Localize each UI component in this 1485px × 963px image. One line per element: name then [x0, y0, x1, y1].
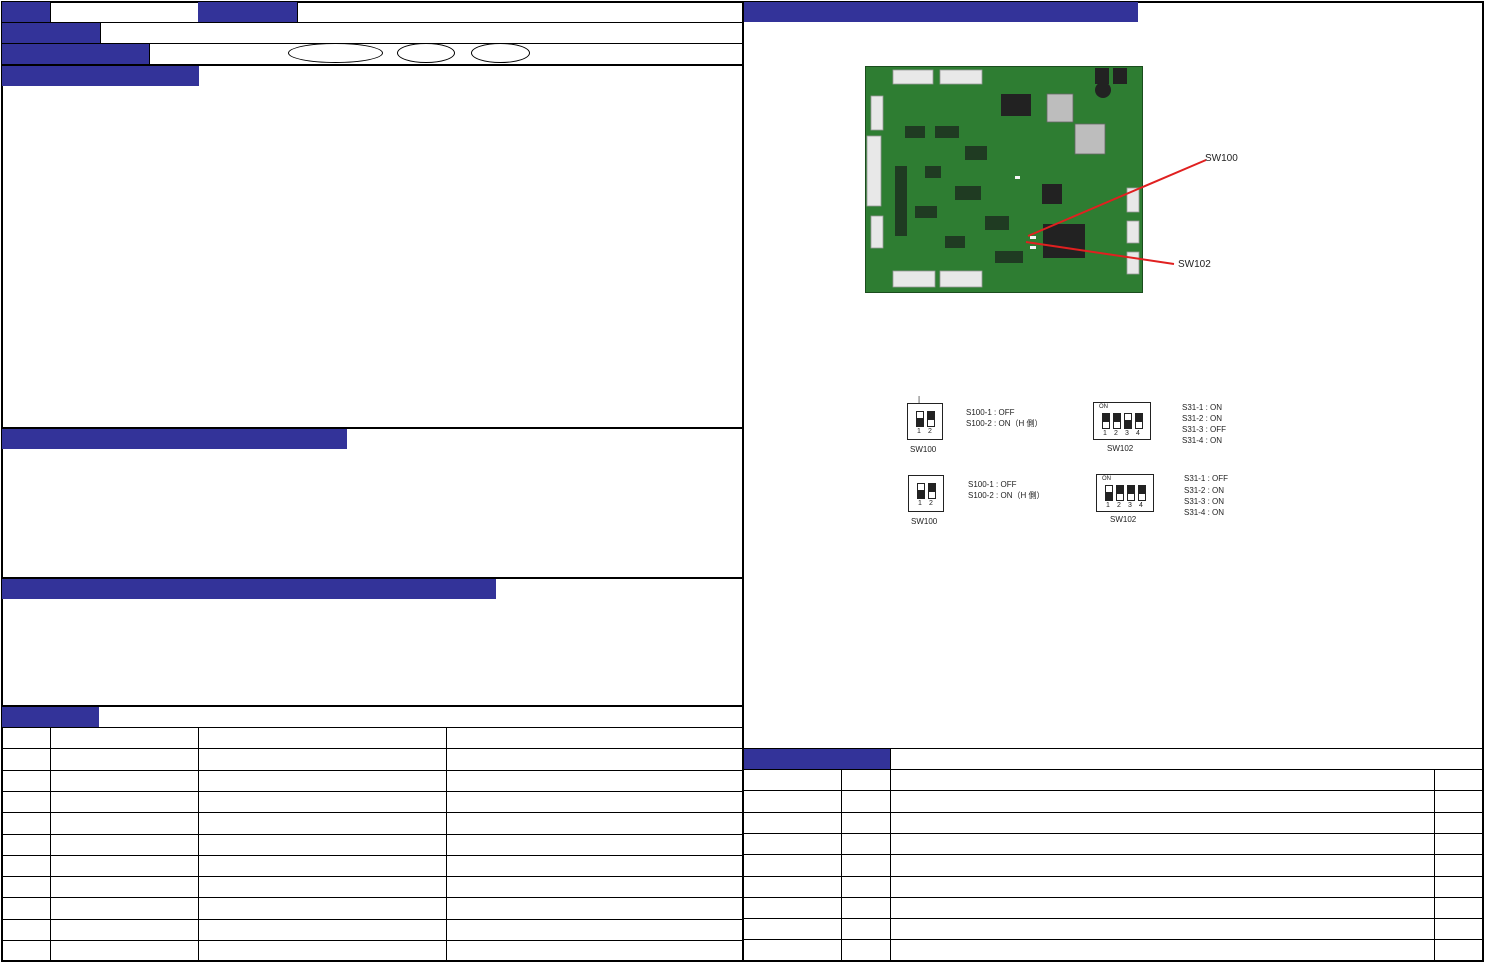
sw102-setting-line: S31-2 : ON	[1182, 414, 1223, 423]
table-row	[2, 790, 742, 792]
table-row	[744, 939, 1484, 941]
table-col-divider	[1434, 769, 1435, 961]
table-row	[2, 918, 742, 920]
sw102-setting-line: S31-1 : ON	[1182, 403, 1223, 412]
selection-oval-2[interactable]	[397, 43, 455, 63]
dip-lever	[928, 483, 936, 499]
table-row	[2, 769, 742, 771]
sw102-label: SW102	[1107, 444, 1134, 453]
header-divider	[50, 2, 51, 22]
table-row	[744, 854, 1484, 856]
dip-lever	[1102, 413, 1110, 429]
table-row	[744, 896, 1484, 898]
dip-lever	[1138, 485, 1146, 501]
sw102-setting-line: S31-4 : ON	[1182, 436, 1223, 445]
table-col-divider	[841, 769, 842, 961]
table-rule	[744, 748, 1484, 749]
selection-oval-3[interactable]	[471, 43, 530, 63]
sw100-setting-line: S100-1 : OFF	[966, 408, 1015, 417]
dip-lever	[1116, 485, 1124, 501]
dip-position-number: 3	[1128, 502, 1132, 509]
on-indicator: ON	[1099, 404, 1108, 410]
section-rule	[2, 705, 742, 707]
sw100-leader-line	[1027, 159, 1207, 237]
left-table-header	[2, 707, 99, 727]
sw102-diagram: ON 1 2 3 4	[1096, 474, 1154, 512]
sw100-callout-label: SW100	[1205, 153, 1238, 164]
sw102-setting-line: S31-4 : ON	[1184, 508, 1225, 517]
dip-position-number: 4	[1136, 430, 1140, 437]
sw100-diagram: 12	[908, 475, 944, 512]
sw102-label: SW102	[1110, 515, 1137, 524]
header-divider	[149, 44, 150, 64]
header-cell-2	[198, 2, 297, 22]
table-row	[744, 811, 1484, 813]
dip-lever	[917, 483, 925, 499]
section-1-header	[2, 66, 199, 86]
sw100-setting-line: S100-1 : OFF	[968, 480, 1017, 489]
sw102-diagram: ON 1 2 3 4	[1093, 402, 1151, 440]
selection-oval-1[interactable]	[288, 43, 383, 63]
table-row	[744, 790, 1484, 792]
table-row	[2, 748, 742, 750]
dip-position-number: 2	[929, 500, 933, 507]
dip-position-number: 1	[1103, 430, 1107, 437]
table-row	[2, 854, 742, 856]
dip-position-number: 1	[918, 500, 922, 507]
column-divider	[742, 1, 744, 962]
table-row	[2, 876, 742, 878]
dip-position-number: 2	[1114, 430, 1118, 437]
table-rule	[744, 769, 1484, 770]
sw102-setting-line: S31-3 : OFF	[1182, 425, 1227, 434]
table-col-divider	[198, 727, 199, 961]
table-row	[2, 812, 742, 814]
sw100-label: SW100	[910, 445, 937, 454]
table-row	[744, 918, 1484, 920]
table-row	[2, 940, 742, 941]
sw100-setting-line: S100-2 : ON（H 側）	[966, 419, 1043, 428]
on-indicator: ON	[1102, 476, 1111, 482]
sw102-setting-line: S31-3 : ON	[1184, 497, 1225, 506]
dip-position-number: 2	[928, 428, 932, 435]
dip-lever	[1127, 485, 1135, 501]
header-cell-3	[2, 23, 100, 43]
dip-position-number: 1	[1106, 502, 1110, 509]
right-section-header	[744, 2, 1138, 22]
section-3-header	[2, 579, 496, 599]
sw102-leader-line	[1025, 241, 1175, 265]
dip-lever	[1135, 413, 1143, 429]
dip-position-number: 1	[917, 428, 921, 435]
dip-position-number: 4	[1139, 502, 1143, 509]
header-divider	[297, 2, 298, 22]
header-cell-4	[2, 44, 149, 64]
dip-lever	[927, 411, 935, 427]
section-2-header	[2, 429, 347, 449]
dip-lever	[1113, 413, 1121, 429]
header-divider	[100, 23, 101, 43]
table-col-divider	[50, 727, 51, 961]
right-table-header	[744, 749, 890, 769]
sw102-setting-line: S31-1 : OFF	[1184, 474, 1229, 483]
sw102-setting-line: S31-2 : ON	[1184, 486, 1225, 495]
header-cell-1	[2, 2, 50, 22]
table-col-divider	[446, 727, 447, 961]
dip-position-number: 3	[1125, 430, 1129, 437]
sw100-diagram: 12	[907, 403, 943, 440]
table-rule	[2, 727, 742, 728]
sw100-label: SW100	[911, 517, 938, 526]
table-row	[744, 832, 1484, 834]
header-rule	[2, 22, 742, 23]
dip-lever	[1105, 485, 1113, 501]
table-row	[2, 833, 742, 835]
table-row	[744, 875, 1484, 877]
dip-position-number: 2	[1117, 502, 1121, 509]
dip-lever	[916, 411, 924, 427]
sw102-callout-label: SW102	[1178, 259, 1211, 270]
sw100-setting-line: S100-2 : ON（H 側）	[968, 491, 1045, 500]
table-row	[2, 897, 742, 899]
dip-lever	[1124, 413, 1132, 429]
